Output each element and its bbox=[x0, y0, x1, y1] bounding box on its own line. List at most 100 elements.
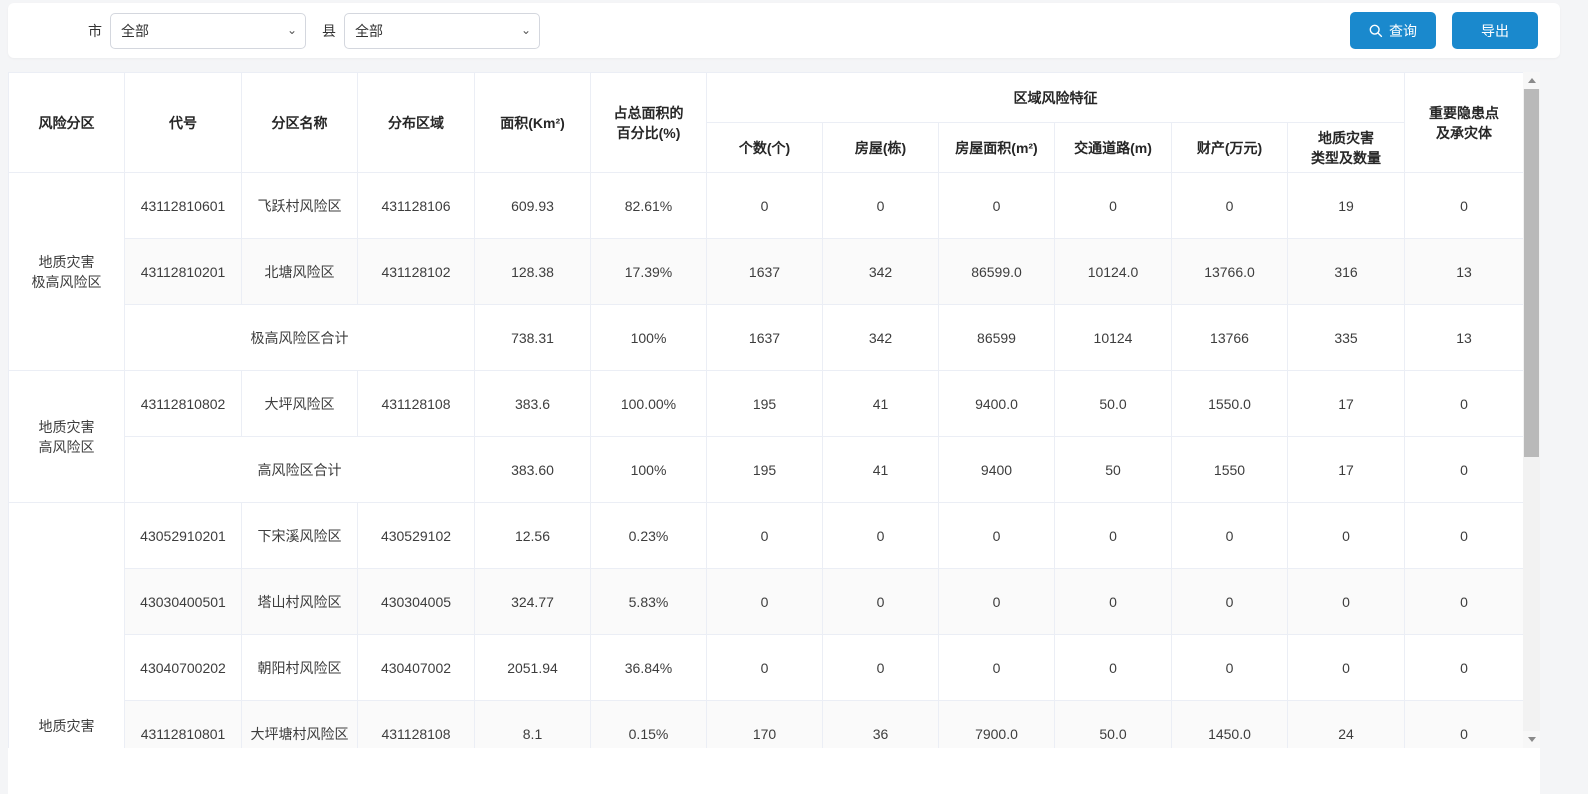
table-header: 风险分区 代号 分区名称 分布区域 面积(Km²) 占总面积的 百分比(%) 区… bbox=[9, 73, 1524, 173]
header-distribution: 分布区域 bbox=[358, 73, 475, 173]
risk-group-label: 地质灾害 极高风险区 bbox=[9, 173, 125, 371]
table-cell: 0 bbox=[939, 635, 1055, 701]
table-cell: 0 bbox=[1405, 635, 1524, 701]
table-cell: 82.61% bbox=[591, 173, 707, 239]
table-cell: 0 bbox=[1055, 503, 1172, 569]
table-cell: 1637 bbox=[707, 239, 823, 305]
table-cell: 1637 bbox=[707, 305, 823, 371]
table-cell: 5.83% bbox=[591, 569, 707, 635]
table-cell: 43112810201 bbox=[125, 239, 242, 305]
toolbar: 市 全部 ⌄ 县 全部 ⌄ 查询 导出 bbox=[8, 3, 1560, 58]
table-cell: 0 bbox=[823, 503, 939, 569]
header-roads: 交通道路(m) bbox=[1055, 123, 1172, 173]
scroll-down-button[interactable] bbox=[1523, 731, 1540, 748]
table-cell: 13 bbox=[1405, 239, 1524, 305]
table-cell: 0 bbox=[1055, 569, 1172, 635]
table-row: 高风险区合计383.60100%195419400501550170 bbox=[9, 437, 1524, 503]
table-cell: 430529102 bbox=[358, 503, 475, 569]
table-row: 地质灾害 高风险区43112810802大坪风险区431128108383.61… bbox=[9, 371, 1524, 437]
table-cell: 0 bbox=[823, 635, 939, 701]
table-row: 43112810201北塘风险区431128102128.3817.39%163… bbox=[9, 239, 1524, 305]
table-cell: 24 bbox=[1288, 701, 1405, 749]
table-cell: 1450.0 bbox=[1172, 701, 1288, 749]
table-cell: 朝阳村风险区 bbox=[242, 635, 358, 701]
table-cell: 9400 bbox=[939, 437, 1055, 503]
table-cell: 0 bbox=[823, 173, 939, 239]
table-cell: 100% bbox=[591, 305, 707, 371]
table-cell: 195 bbox=[707, 371, 823, 437]
table-cell: 0 bbox=[707, 503, 823, 569]
table-cell: 0 bbox=[1288, 503, 1405, 569]
table-cell: 0.15% bbox=[591, 701, 707, 749]
county-select[interactable]: 全部 bbox=[344, 13, 540, 49]
subtotal-label: 高风险区合计 bbox=[125, 437, 475, 503]
table-cell: 13766.0 bbox=[1172, 239, 1288, 305]
table-cell: 12.56 bbox=[475, 503, 591, 569]
table-row: 地质灾害43052910201下宋溪风险区43052910212.560.23%… bbox=[9, 503, 1524, 569]
scroll-up-button[interactable] bbox=[1523, 72, 1540, 89]
county-label: 县 bbox=[322, 21, 336, 41]
table-cell: 0 bbox=[939, 569, 1055, 635]
table-cell: 0 bbox=[1405, 173, 1524, 239]
table-cell: 86599.0 bbox=[939, 239, 1055, 305]
table-cell: 41 bbox=[823, 371, 939, 437]
query-button-label: 查询 bbox=[1389, 21, 1417, 41]
table-cell: 36.84% bbox=[591, 635, 707, 701]
table-cell: 0 bbox=[1288, 635, 1405, 701]
city-select[interactable]: 全部 bbox=[110, 13, 306, 49]
table-cell: 0 bbox=[1405, 371, 1524, 437]
table-cell: 50 bbox=[1055, 437, 1172, 503]
table-cell: 100% bbox=[591, 437, 707, 503]
table-body: 地质灾害 极高风险区43112810601飞跃村风险区431128106609.… bbox=[9, 173, 1524, 749]
table-cell: 50.0 bbox=[1055, 371, 1172, 437]
table-cell: 塔山村风险区 bbox=[242, 569, 358, 635]
table-row: 43112810801大坪塘村风险区4311281088.10.15%17036… bbox=[9, 701, 1524, 749]
table-cell: 43040700202 bbox=[125, 635, 242, 701]
header-count: 个数(个) bbox=[707, 123, 823, 173]
table-row: 极高风险区合计738.31100%16373428659910124137663… bbox=[9, 305, 1524, 371]
table-cell: 2051.94 bbox=[475, 635, 591, 701]
table-cell: 0 bbox=[1405, 503, 1524, 569]
query-button[interactable]: 查询 bbox=[1350, 12, 1436, 49]
table-row: 地质灾害 极高风险区43112810601飞跃村风险区431128106609.… bbox=[9, 173, 1524, 239]
table-cell: 0 bbox=[1405, 437, 1524, 503]
table-cell: 324.77 bbox=[475, 569, 591, 635]
header-hazard: 地质灾害 类型及数量 bbox=[1288, 123, 1405, 173]
export-button[interactable]: 导出 bbox=[1452, 12, 1538, 49]
table-cell: 7900.0 bbox=[939, 701, 1055, 749]
table-cell: 316 bbox=[1288, 239, 1405, 305]
scrollbar-thumb[interactable] bbox=[1524, 89, 1539, 457]
city-label: 市 bbox=[88, 21, 102, 41]
table-cell: 0 bbox=[1288, 569, 1405, 635]
table-cell: 1550 bbox=[1172, 437, 1288, 503]
header-risk-zone: 风险分区 bbox=[9, 73, 125, 173]
table-viewport: 风险分区 代号 分区名称 分布区域 面积(Km²) 占总面积的 百分比(%) 区… bbox=[8, 72, 1540, 748]
header-property: 财产(万元) bbox=[1172, 123, 1288, 173]
risk-group-label: 地质灾害 bbox=[9, 503, 125, 749]
export-button-label: 导出 bbox=[1481, 21, 1509, 41]
risk-group-label: 地质灾害 高风险区 bbox=[9, 371, 125, 503]
table-cell: 13 bbox=[1405, 305, 1524, 371]
table-cell: 43112810801 bbox=[125, 701, 242, 749]
table-cell: 738.31 bbox=[475, 305, 591, 371]
table-cell: 0 bbox=[1172, 503, 1288, 569]
table-cell: 0 bbox=[1055, 635, 1172, 701]
table-row: 43030400501塔山村风险区430304005324.775.83%000… bbox=[9, 569, 1524, 635]
table-cell: 0 bbox=[1405, 701, 1524, 749]
table-cell: 50.0 bbox=[1055, 701, 1172, 749]
table-cell: 431128106 bbox=[358, 173, 475, 239]
table-cell: 下宋溪风险区 bbox=[242, 503, 358, 569]
city-select-wrap: 全部 ⌄ bbox=[110, 13, 306, 49]
subtotal-label: 极高风险区合计 bbox=[125, 305, 475, 371]
table-cell: 0 bbox=[1405, 569, 1524, 635]
table-cell: 北塘风险区 bbox=[242, 239, 358, 305]
table-cell: 0 bbox=[939, 173, 1055, 239]
search-icon bbox=[1369, 24, 1383, 38]
table-cell: 0 bbox=[707, 569, 823, 635]
table-cell: 0 bbox=[939, 503, 1055, 569]
table-cell: 1550.0 bbox=[1172, 371, 1288, 437]
table-cell: 17 bbox=[1288, 437, 1405, 503]
table-cell: 17 bbox=[1288, 371, 1405, 437]
table-cell: 0 bbox=[707, 173, 823, 239]
table-cell: 0 bbox=[1172, 635, 1288, 701]
